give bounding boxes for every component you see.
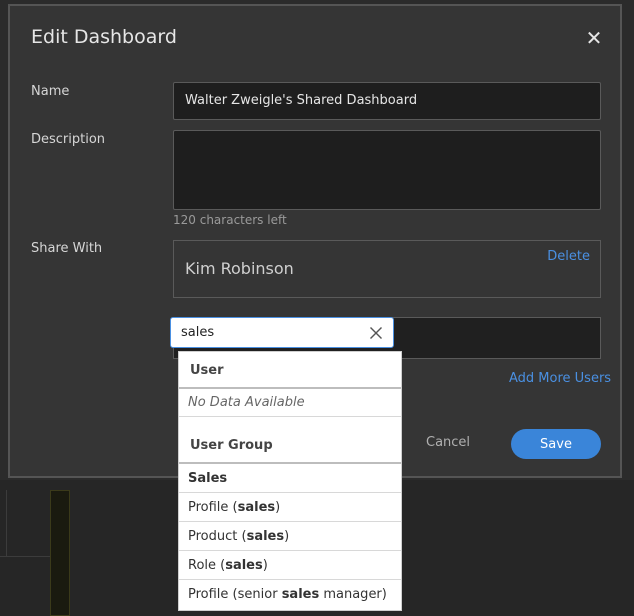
dropdown-divider [179,387,401,389]
dialog-title: Edit Dashboard [31,26,177,48]
dropdown-no-data: No Data Available [188,395,305,410]
item-prefix: Profile ( [188,500,238,515]
delete-user-link[interactable]: Delete [547,249,590,264]
item-match: sales [281,587,320,602]
item-suffix: ) [284,529,290,544]
background-divider [6,490,7,556]
add-more-users-link[interactable]: Add More Users [509,371,611,386]
shared-user-name: Kim Robinson [185,259,294,278]
item-prefix: Product ( [188,529,247,544]
dropdown-item-sales[interactable]: Sales [179,471,401,486]
item-match: sales [225,558,263,573]
dropdown-item-profile-senior-sales-manager[interactable]: Profile (senior sales manager) [179,587,401,602]
dropdown-divider [179,416,401,417]
name-field[interactable]: Walter Zweigle's Shared Dashboard [173,82,601,120]
close-icon[interactable]: ✕ [584,26,604,50]
share-with-label: Share With [31,241,103,256]
description-label: Description [31,132,106,147]
dropdown-user-header: User [190,363,224,378]
cancel-button[interactable]: Cancel [426,435,470,450]
dropdown-divider [179,492,401,493]
item-match: Sales [188,471,228,486]
dropdown-divider [179,462,401,464]
name-label: Name [31,84,70,99]
item-suffix: ) [262,558,268,573]
item-match: sales [237,500,276,515]
user-search-input[interactable] [181,318,361,347]
dropdown-item-role-sales[interactable]: Role (sales) [179,558,401,573]
dropdown-divider [179,521,401,522]
dropdown-divider [179,550,401,551]
save-button[interactable]: Save [511,429,601,459]
clear-search-icon[interactable] [367,324,385,342]
description-field[interactable] [173,130,601,210]
item-suffix: ) [275,500,281,515]
item-match: sales [246,529,285,544]
shared-user-card: Kim Robinson Delete [173,240,601,298]
item-prefix: Profile (senior [188,587,282,602]
user-search-box[interactable] [170,317,394,348]
background-chart-bar [50,490,70,616]
search-results-dropdown: User No Data Available User Group Sales … [178,351,402,611]
dropdown-item-profile-sales[interactable]: Profile (sales) [179,500,401,515]
dropdown-divider [179,579,401,580]
dropdown-user-group-header: User Group [190,438,273,453]
item-suffix: manager) [319,587,387,602]
characters-left-counter: 120 characters left [173,213,287,227]
item-prefix: Role ( [188,558,226,573]
dropdown-item-product-sales[interactable]: Product (sales) [179,529,401,544]
